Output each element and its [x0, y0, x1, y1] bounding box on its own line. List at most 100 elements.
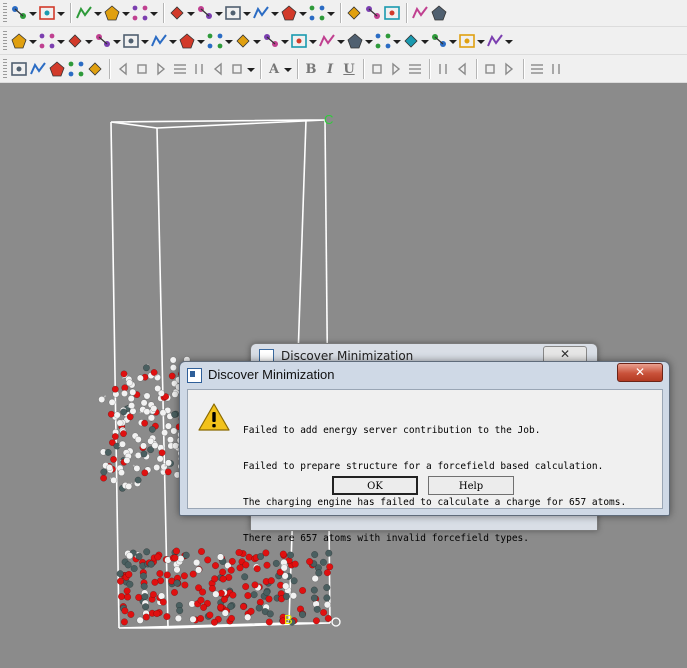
atom[interactable]: [113, 411, 121, 419]
atom[interactable]: [197, 596, 205, 604]
move-button[interactable]: [228, 58, 255, 80]
sorption-button[interactable]: [150, 30, 177, 52]
rotate-button[interactable]: [383, 2, 401, 24]
atom[interactable]: [265, 595, 273, 603]
ruler-button[interactable]: [196, 2, 223, 24]
help-button[interactable]: Help: [428, 476, 514, 495]
atom[interactable]: [267, 577, 275, 585]
atom[interactable]: [323, 601, 331, 609]
insert-object-button[interactable]: [547, 58, 565, 80]
atom[interactable]: [241, 573, 249, 581]
atom[interactable]: [121, 390, 128, 397]
atom[interactable]: [136, 616, 144, 624]
atom[interactable]: [244, 613, 252, 621]
chevron-down-icon[interactable]: [270, 4, 279, 22]
first-frame-button[interactable]: [114, 58, 132, 80]
atom[interactable]: [204, 556, 212, 564]
atom[interactable]: [148, 425, 156, 433]
atom[interactable]: [323, 594, 331, 602]
atom[interactable]: [170, 427, 178, 435]
qsar-button[interactable]: [346, 30, 373, 52]
chevron-down-icon[interactable]: [214, 4, 223, 22]
atom[interactable]: [216, 553, 225, 561]
measure-button[interactable]: [224, 2, 251, 24]
atom[interactable]: [121, 607, 129, 615]
atom[interactable]: [174, 614, 182, 622]
atom[interactable]: [311, 575, 319, 583]
atom[interactable]: [140, 582, 148, 590]
atom[interactable]: [116, 419, 124, 427]
chevron-down-icon[interactable]: [326, 4, 335, 22]
atom[interactable]: [136, 374, 144, 382]
atom[interactable]: [148, 414, 156, 422]
group-button[interactable]: [67, 58, 85, 80]
italic-button[interactable]: I: [321, 58, 339, 80]
atom[interactable]: [167, 436, 174, 444]
atom[interactable]: [159, 409, 167, 417]
chevron-down-icon[interactable]: [84, 32, 93, 50]
atom[interactable]: [170, 588, 179, 596]
atom[interactable]: [263, 588, 271, 596]
atom[interactable]: [104, 448, 112, 456]
atom[interactable]: [289, 592, 298, 600]
play-button[interactable]: [171, 58, 189, 80]
chevron-down-icon[interactable]: [242, 4, 251, 22]
atom[interactable]: [324, 614, 332, 622]
chevron-down-icon[interactable]: [93, 4, 102, 22]
atom[interactable]: [299, 586, 307, 595]
chevron-down-icon[interactable]: [252, 32, 261, 50]
align-center-button[interactable]: [387, 58, 405, 80]
atom[interactable]: [197, 547, 206, 556]
chevron-down-icon[interactable]: [168, 32, 177, 50]
insert-image-button[interactable]: [528, 58, 546, 80]
chevron-down-icon[interactable]: [246, 60, 255, 78]
atom[interactable]: [153, 464, 161, 471]
atom[interactable]: [116, 570, 124, 578]
atom[interactable]: [141, 592, 149, 601]
atom[interactable]: [119, 440, 126, 448]
gulp-button[interactable]: [430, 30, 457, 52]
toolbar-grip[interactable]: [3, 59, 7, 79]
atom[interactable]: [171, 411, 178, 418]
atom[interactable]: [120, 408, 128, 416]
atom[interactable]: [140, 399, 148, 407]
outdent-button[interactable]: [453, 58, 471, 80]
atom[interactable]: [315, 569, 323, 577]
sketch-atom-button[interactable]: [75, 2, 102, 24]
atom[interactable]: [242, 583, 250, 591]
atom[interactable]: [123, 587, 131, 595]
chevron-down-icon[interactable]: [224, 32, 233, 50]
atom[interactable]: [151, 442, 159, 449]
prev-frame-button[interactable]: [133, 58, 151, 80]
chevron-down-icon[interactable]: [56, 4, 65, 22]
atom[interactable]: [323, 569, 331, 577]
atom[interactable]: [143, 548, 151, 556]
atom[interactable]: [211, 562, 220, 570]
atom[interactable]: [210, 618, 218, 626]
next-frame-button[interactable]: [190, 58, 208, 80]
forcite-button[interactable]: [38, 30, 65, 52]
atom[interactable]: [197, 614, 205, 623]
pause-button[interactable]: [209, 58, 227, 80]
atom[interactable]: [133, 464, 141, 472]
atom-display-button[interactable]: [10, 58, 28, 80]
label-button[interactable]: [280, 2, 307, 24]
chevron-down-icon[interactable]: [121, 4, 130, 22]
atom[interactable]: [124, 561, 132, 569]
atom[interactable]: [250, 591, 258, 599]
atom[interactable]: [172, 442, 179, 450]
atom[interactable]: [169, 356, 177, 364]
atom[interactable]: [217, 603, 225, 611]
atom[interactable]: [165, 459, 172, 467]
bullet-list-button[interactable]: [500, 58, 518, 80]
atom[interactable]: [239, 603, 248, 611]
atom[interactable]: [173, 579, 181, 587]
atom[interactable]: [180, 572, 188, 580]
atom[interactable]: [193, 559, 201, 567]
atom[interactable]: [199, 588, 207, 596]
atom[interactable]: [313, 605, 321, 613]
atom[interactable]: [153, 610, 161, 618]
atom[interactable]: [100, 474, 108, 482]
dpd-button[interactable]: [486, 30, 513, 52]
atom[interactable]: [219, 575, 227, 583]
